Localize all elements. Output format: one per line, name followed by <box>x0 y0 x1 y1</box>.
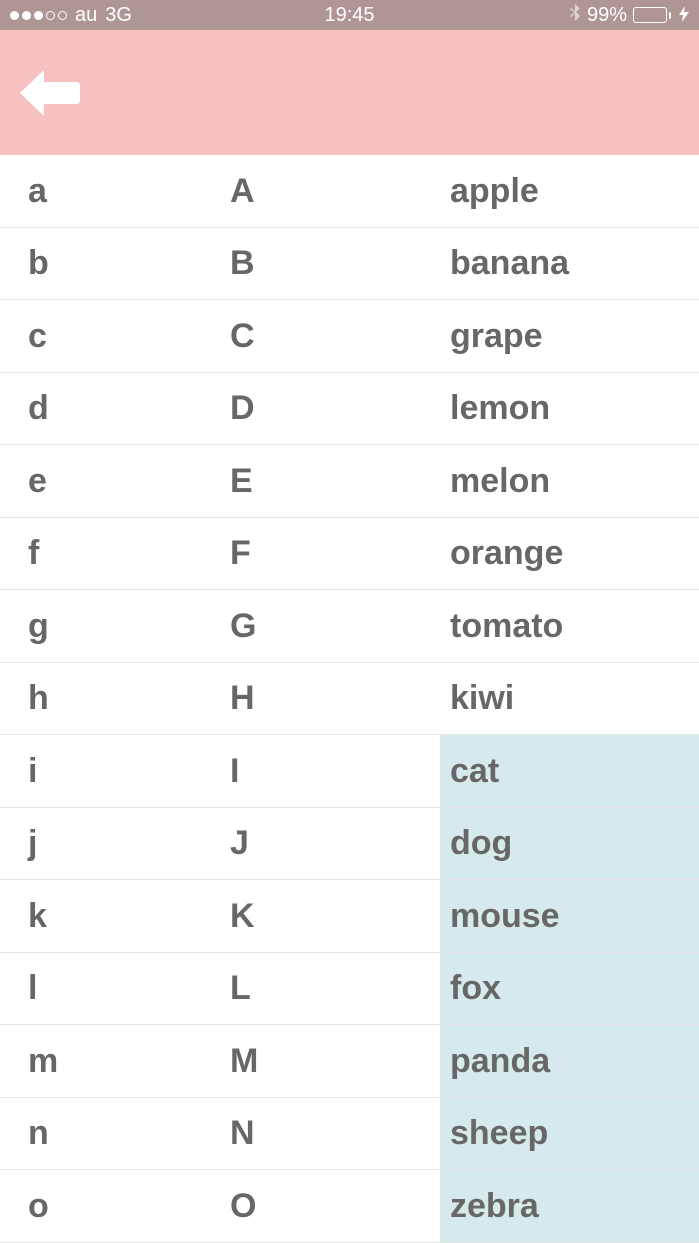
uppercase-letter: B <box>230 246 440 280</box>
list-item[interactable]: oOzebra <box>0 1170 699 1243</box>
list-item[interactable]: lLfox <box>0 953 699 1026</box>
status-right: 99% <box>569 4 689 27</box>
list-item[interactable]: nNsheep <box>0 1098 699 1171</box>
network-label: 3G <box>105 4 132 27</box>
uppercase-letter: O <box>230 1189 440 1223</box>
word-label: cat <box>440 735 699 807</box>
word-label: tomato <box>440 609 699 643</box>
lowercase-letter: h <box>0 681 230 715</box>
uppercase-letter: K <box>230 899 440 933</box>
list-item[interactable]: mMpanda <box>0 1025 699 1098</box>
lowercase-letter: f <box>0 536 230 570</box>
lowercase-letter: m <box>0 1044 230 1078</box>
lowercase-letter: l <box>0 971 230 1005</box>
uppercase-letter: F <box>230 536 440 570</box>
word-label: mouse <box>440 880 699 952</box>
list-item[interactable]: kKmouse <box>0 880 699 953</box>
word-label: apple <box>440 174 699 208</box>
uppercase-letter: C <box>230 319 440 353</box>
uppercase-letter: N <box>230 1116 440 1150</box>
word-label: sheep <box>440 1098 699 1170</box>
lowercase-letter: k <box>0 899 230 933</box>
uppercase-letter: H <box>230 681 440 715</box>
lowercase-letter: o <box>0 1189 230 1223</box>
word-label: orange <box>440 536 699 570</box>
status-bar: au 3G 19:45 99% <box>0 0 699 30</box>
list-item[interactable]: iIcat <box>0 735 699 808</box>
lowercase-letter: n <box>0 1116 230 1150</box>
battery-percentage: 99% <box>587 4 627 27</box>
list-item[interactable]: dDlemon <box>0 373 699 446</box>
word-label: zebra <box>440 1170 699 1242</box>
word-label: kiwi <box>440 681 699 715</box>
lowercase-letter: b <box>0 246 230 280</box>
nav-bar <box>0 30 699 155</box>
uppercase-letter: L <box>230 971 440 1005</box>
word-label: fox <box>440 953 699 1025</box>
bluetooth-icon <box>569 4 581 27</box>
clock-label: 19:45 <box>324 4 374 27</box>
uppercase-letter: A <box>230 174 440 208</box>
uppercase-letter: I <box>230 754 440 788</box>
list-item[interactable]: aAapple <box>0 155 699 228</box>
lowercase-letter: j <box>0 826 230 860</box>
lowercase-letter: g <box>0 609 230 643</box>
charging-icon <box>679 6 689 25</box>
list-item[interactable]: eEmelon <box>0 445 699 518</box>
word-label: melon <box>440 464 699 498</box>
word-label: banana <box>440 246 699 280</box>
uppercase-letter: G <box>230 609 440 643</box>
uppercase-letter: J <box>230 826 440 860</box>
list-item[interactable]: jJdog <box>0 808 699 881</box>
uppercase-letter: M <box>230 1044 440 1078</box>
lowercase-letter: d <box>0 391 230 425</box>
back-button[interactable] <box>18 68 80 118</box>
list-item[interactable]: gGtomato <box>0 590 699 663</box>
uppercase-letter: D <box>230 391 440 425</box>
list-item[interactable]: hHkiwi <box>0 663 699 736</box>
carrier-label: au <box>75 4 97 27</box>
list-item[interactable]: bBbanana <box>0 228 699 301</box>
word-list[interactable]: aAapplebBbananacCgrapedDlemoneEmelonfFor… <box>0 155 699 1243</box>
word-label: grape <box>440 319 699 353</box>
uppercase-letter: E <box>230 464 440 498</box>
battery-icon <box>633 7 671 23</box>
signal-strength-icon <box>10 11 67 20</box>
back-arrow-icon <box>18 68 80 118</box>
lowercase-letter: e <box>0 464 230 498</box>
word-label: dog <box>440 808 699 880</box>
word-label: panda <box>440 1025 699 1097</box>
status-left: au 3G <box>10 4 132 27</box>
list-item[interactable]: cCgrape <box>0 300 699 373</box>
list-item[interactable]: fForange <box>0 518 699 591</box>
lowercase-letter: i <box>0 754 230 788</box>
lowercase-letter: a <box>0 174 230 208</box>
word-label: lemon <box>440 391 699 425</box>
lowercase-letter: c <box>0 319 230 353</box>
